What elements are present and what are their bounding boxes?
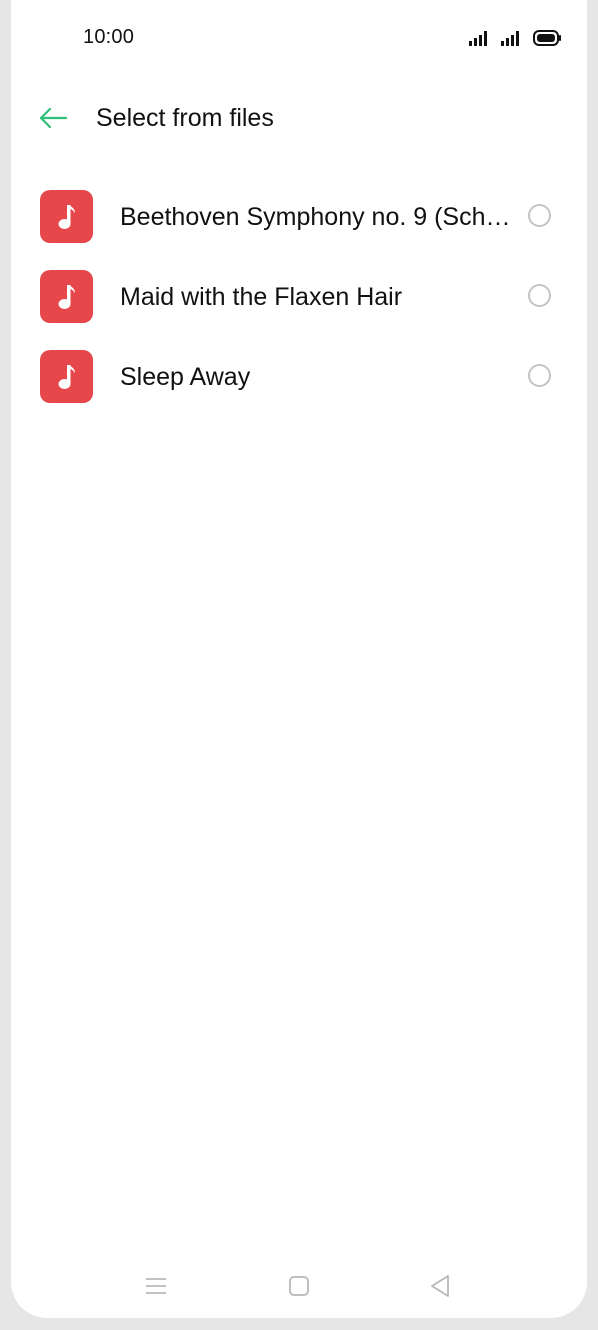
select-radio[interactable] — [528, 364, 551, 387]
select-radio[interactable] — [528, 204, 551, 227]
battery-icon — [533, 30, 561, 46]
music-file-thumbnail — [40, 350, 93, 403]
music-note-icon — [58, 364, 75, 389]
music-file-thumbnail — [40, 190, 93, 243]
list-item[interactable]: Sleep Away — [11, 336, 587, 416]
status-icons — [469, 28, 561, 48]
phone-screen: 10:00 Select from files Beethoven Sympho… — [11, 0, 587, 1318]
list-item[interactable]: Beethoven Symphony no. 9 (Scherzo) — [11, 176, 587, 256]
file-name: Sleep Away — [120, 363, 251, 391]
signal-icon — [469, 31, 487, 46]
page-title: Select from files — [96, 104, 274, 132]
back-triangle-icon — [431, 1275, 449, 1297]
home-square-icon — [289, 1276, 309, 1296]
arrow-left-icon — [39, 107, 68, 129]
list-item[interactable]: Maid with the Flaxen Hair — [11, 256, 587, 336]
select-radio[interactable] — [528, 284, 551, 307]
file-name: Beethoven Symphony no. 9 (Scherzo) — [120, 203, 520, 231]
nav-home-button[interactable] — [283, 1272, 315, 1300]
signal-icon-2 — [501, 31, 519, 46]
file-list: Beethoven Symphony no. 9 (Scherzo) Maid … — [11, 176, 587, 416]
back-button[interactable] — [35, 100, 71, 136]
nav-back-button[interactable] — [424, 1272, 456, 1300]
nav-menu-button[interactable] — [140, 1272, 172, 1300]
device-frame: 10:00 Select from files Beethoven Sympho… — [0, 0, 598, 1330]
music-file-thumbnail — [40, 270, 93, 323]
music-note-icon — [58, 284, 75, 309]
music-note-icon — [58, 204, 75, 229]
navigation-bar — [11, 1266, 587, 1306]
menu-icon — [146, 1278, 166, 1294]
file-name: Maid with the Flaxen Hair — [120, 283, 403, 311]
status-time: 10:00 — [83, 26, 135, 48]
